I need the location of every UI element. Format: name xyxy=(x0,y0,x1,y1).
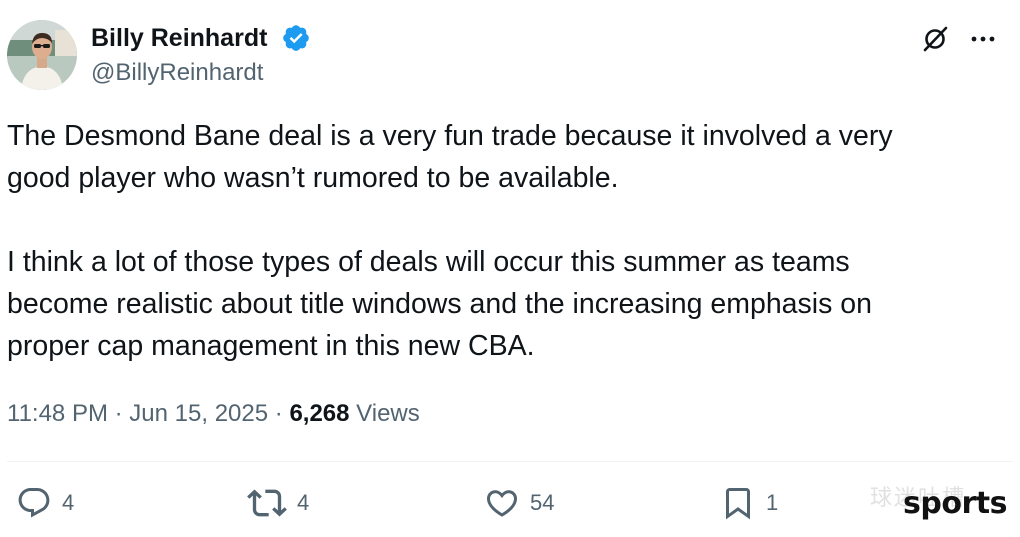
bookmark-icon xyxy=(726,488,750,520)
more-icon[interactable] xyxy=(967,26,999,52)
tweet-meta: 11:48 PM · Jun 15, 2025 · 6,268 Views xyxy=(7,398,420,430)
bookmark-count: 1 xyxy=(766,490,779,515)
tweet-paragraph: I think a lot of those types of deals wi… xyxy=(7,246,872,362)
watermark-brand: sports xyxy=(903,486,1007,521)
reply-count: 4 xyxy=(62,490,75,515)
author-display-name[interactable]: Billy Reinhardt xyxy=(91,22,267,54)
meta-separator: · xyxy=(274,400,283,427)
tweet-card: Billy Reinhardt @BillyReinhardt The Desm… xyxy=(0,0,1020,537)
like-count: 54 xyxy=(530,490,555,515)
views-count[interactable]: 6,268 xyxy=(289,400,349,427)
grok-icon[interactable] xyxy=(920,24,950,54)
avatar[interactable] xyxy=(7,20,77,90)
reply-button[interactable]: 4 xyxy=(16,483,74,523)
meta-separator: · xyxy=(114,400,123,427)
heart-icon xyxy=(486,490,518,517)
avatar-image xyxy=(7,20,77,90)
tweet-text: The Desmond Bane deal is a very fun trad… xyxy=(7,115,1007,367)
verified-badge-icon xyxy=(283,25,309,51)
author-handle[interactable]: @BillyReinhardt xyxy=(91,58,263,88)
repost-icon xyxy=(247,489,287,517)
tweet-time[interactable]: 11:48 PM xyxy=(7,400,108,427)
views-label[interactable]: Views xyxy=(356,400,420,427)
tweet-date[interactable]: Jun 15, 2025 xyxy=(129,400,268,427)
reply-icon xyxy=(18,488,50,518)
like-button[interactable]: 54 xyxy=(484,483,554,523)
repost-count: 4 xyxy=(297,490,310,515)
tweet-paragraph: The Desmond Bane deal is a very fun trad… xyxy=(7,120,893,194)
repost-button[interactable]: 4 xyxy=(247,483,309,523)
watermark: 球迷吐槽 sports xyxy=(870,480,1015,530)
bookmark-button[interactable]: 1 xyxy=(720,483,778,523)
divider xyxy=(7,461,1013,462)
